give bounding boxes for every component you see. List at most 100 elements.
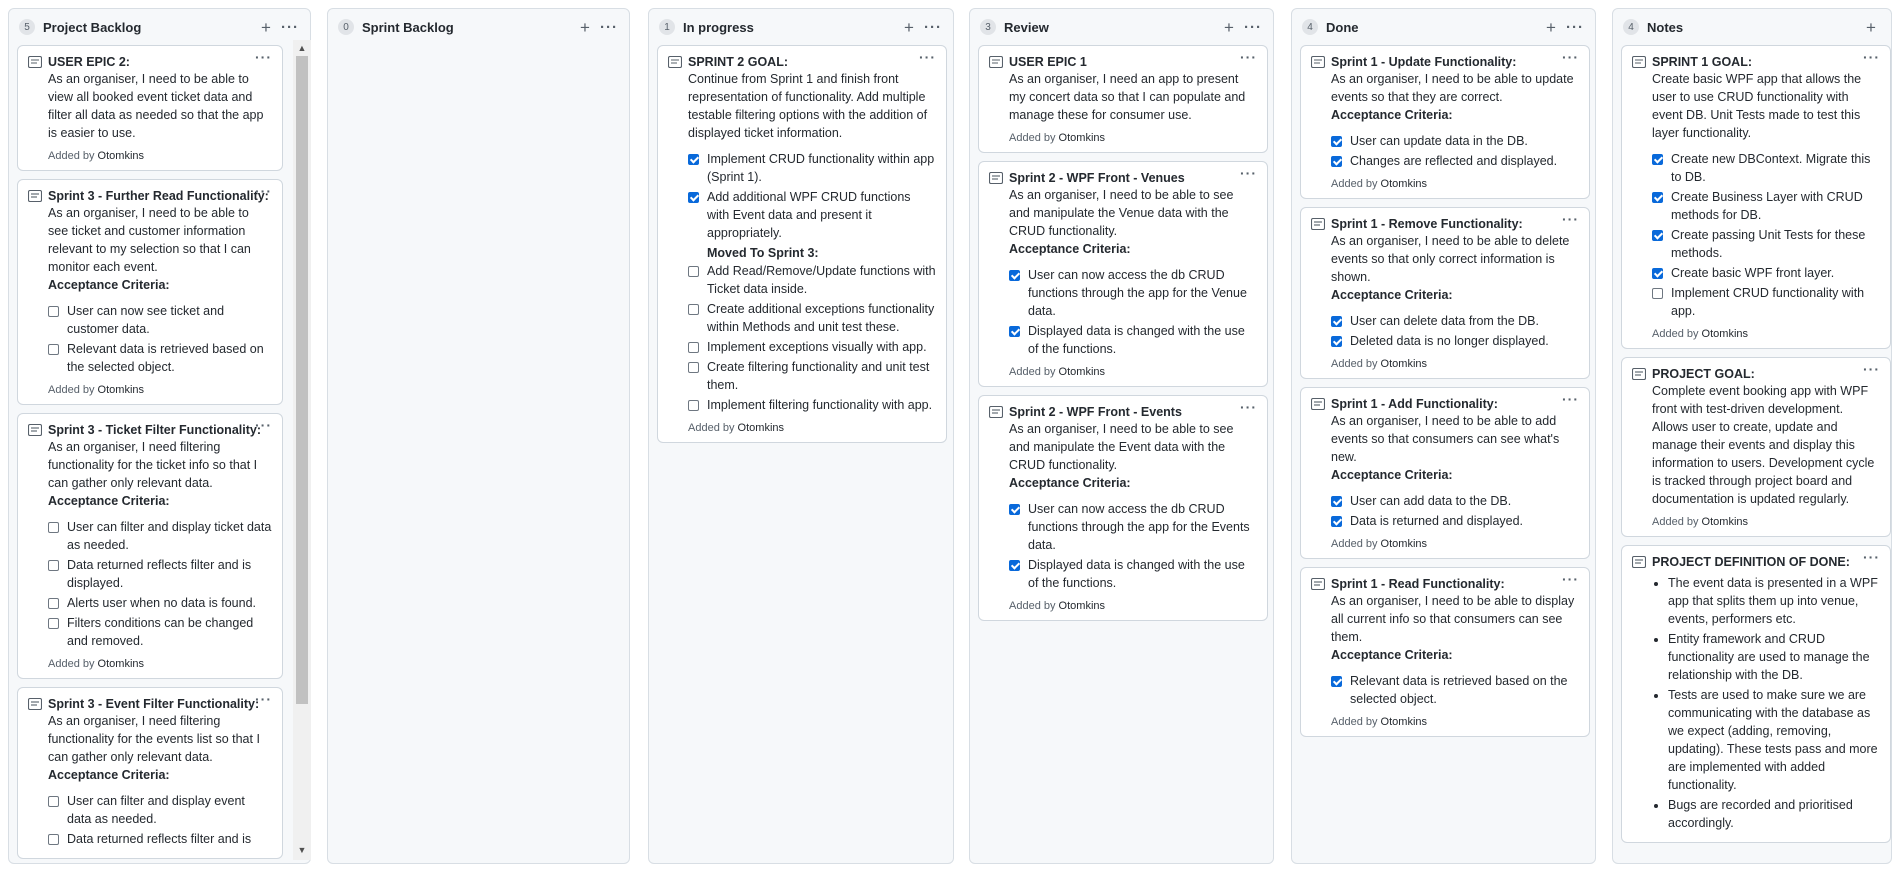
add-item-plus-icon[interactable]: +: [1539, 19, 1563, 36]
checkbox-checked[interactable]: [1331, 136, 1342, 147]
author-link[interactable]: Otomkins: [98, 150, 144, 162]
checkbox-unchecked[interactable]: [48, 306, 59, 317]
column-menu-kebab-icon[interactable]: ···: [1241, 19, 1265, 36]
card-header: USER EPIC 1: [988, 54, 1257, 70]
card-description: As an organiser, I need filtering functi…: [48, 714, 260, 764]
card-title: PROJECT GOAL:: [1652, 367, 1755, 381]
checkbox-checked[interactable]: [1331, 316, 1342, 327]
acceptance-criteria-heading: Acceptance Criteria:: [1331, 288, 1453, 302]
checkbox-checked[interactable]: [1009, 270, 1020, 281]
note-card[interactable]: Sprint 1 - Read Functionality: ··· As an o…: [1300, 567, 1590, 737]
checkbox-unchecked[interactable]: [48, 834, 59, 845]
note-card[interactable]: USER EPIC 1 ··· As an organiser, I need an…: [978, 45, 1268, 153]
card-body: As an organiser, I need an app to presen…: [989, 70, 1257, 124]
checkbox-checked[interactable]: [1009, 560, 1020, 571]
checkbox-checked[interactable]: [688, 154, 699, 165]
card-menu-kebab-icon[interactable]: ···: [1562, 49, 1579, 65]
column-menu-kebab-icon[interactable]: ···: [921, 19, 945, 36]
note-icon: [1310, 55, 1326, 69]
checklist: User can delete data from the DB. Deleted…: [1331, 312, 1579, 350]
checkbox-unchecked[interactable]: [688, 342, 699, 353]
author-link[interactable]: Otomkins: [738, 422, 784, 434]
add-item-plus-icon[interactable]: +: [254, 19, 278, 36]
checkbox-checked[interactable]: [1331, 336, 1342, 347]
scroll-down-arrow-icon[interactable]: ▼: [296, 844, 308, 856]
column-header: 5 Project Backlog + ···: [9, 9, 310, 45]
checkbox-unchecked[interactable]: [48, 796, 59, 807]
checkbox-unchecked[interactable]: [688, 400, 699, 411]
note-card[interactable]: Sprint 1 - Add Functionality: ··· As an or…: [1300, 387, 1590, 559]
author-link[interactable]: Otomkins: [1059, 132, 1105, 144]
card-menu-kebab-icon[interactable]: ···: [1240, 399, 1257, 415]
checkbox-checked[interactable]: [1652, 230, 1663, 241]
checkbox-checked[interactable]: [1331, 156, 1342, 167]
card-menu-kebab-icon[interactable]: ···: [1863, 549, 1880, 565]
add-item-plus-icon[interactable]: +: [1217, 19, 1241, 36]
column-menu-kebab-icon[interactable]: ···: [278, 19, 302, 36]
author-link[interactable]: Otomkins: [98, 658, 144, 670]
note-card[interactable]: Sprint 1 - Update Functionality: ··· As an…: [1300, 45, 1590, 199]
add-item-plus-icon[interactable]: +: [897, 19, 921, 36]
checkbox-checked[interactable]: [1331, 676, 1342, 687]
author-link[interactable]: Otomkins: [1381, 178, 1427, 190]
author-link[interactable]: Otomkins: [98, 384, 144, 396]
scroll-up-arrow-icon[interactable]: ▲: [296, 42, 308, 54]
checkbox-unchecked[interactable]: [48, 598, 59, 609]
card-menu-kebab-icon[interactable]: ···: [1863, 361, 1880, 377]
backlog-scrollbar[interactable]: ▲ ▼: [293, 40, 311, 860]
checklist-item: User can update data in the DB.: [1331, 132, 1579, 150]
note-card[interactable]: Sprint 3 - Event Filter Functionality: ··…: [17, 687, 283, 859]
note-card[interactable]: Sprint 3 - Further Read Functionality: ··…: [17, 179, 283, 405]
checkbox-checked[interactable]: [1009, 326, 1020, 337]
author-link[interactable]: Otomkins: [1381, 538, 1427, 550]
author-link[interactable]: Otomkins: [1381, 358, 1427, 370]
card-menu-kebab-icon[interactable]: ···: [255, 183, 272, 199]
checkbox-checked[interactable]: [1652, 268, 1663, 279]
card-menu-kebab-icon[interactable]: ···: [255, 49, 272, 65]
column-menu-kebab-icon[interactable]: ···: [1563, 19, 1587, 36]
checkbox-checked[interactable]: [688, 192, 699, 203]
checkbox-checked[interactable]: [1009, 504, 1020, 515]
author-link[interactable]: Otomkins: [1059, 600, 1105, 612]
checkbox-checked[interactable]: [1652, 154, 1663, 165]
checkbox-unchecked[interactable]: [48, 560, 59, 571]
card-menu-kebab-icon[interactable]: ···: [1562, 211, 1579, 227]
note-card[interactable]: USER EPIC 2: ··· As an organiser, I need t…: [17, 45, 283, 171]
card-menu-kebab-icon[interactable]: ···: [255, 417, 272, 433]
scroll-thumb[interactable]: [296, 56, 308, 704]
note-card[interactable]: PROJECT GOAL: ··· Complete event booking a…: [1621, 357, 1891, 537]
author-link[interactable]: Otomkins: [1381, 716, 1427, 728]
card-menu-kebab-icon[interactable]: ···: [1863, 49, 1880, 65]
note-card[interactable]: PROJECT DEFINITION OF DONE: ··· The event …: [1621, 545, 1891, 843]
checklist-text: Displayed data is changed with the use o…: [1028, 558, 1245, 590]
add-item-plus-icon[interactable]: +: [1859, 19, 1883, 36]
added-by: Added by Otomkins: [1311, 716, 1579, 728]
checkbox-unchecked[interactable]: [48, 522, 59, 533]
checkbox-checked[interactable]: [1652, 192, 1663, 203]
checkbox-unchecked[interactable]: [688, 362, 699, 373]
card-menu-kebab-icon[interactable]: ···: [1240, 49, 1257, 65]
note-card[interactable]: Sprint 1 - Remove Functionality: ··· As an…: [1300, 207, 1590, 379]
checkbox-unchecked[interactable]: [48, 618, 59, 629]
note-card[interactable]: SPRINT 2 GOAL: ··· Continue from Sprint 1 …: [657, 45, 947, 443]
column-menu-kebab-icon[interactable]: ···: [597, 19, 621, 36]
checkbox-unchecked[interactable]: [688, 304, 699, 315]
author-link[interactable]: Otomkins: [1702, 328, 1748, 340]
note-card[interactable]: Sprint 3 - Ticket Filter Functionality: ·…: [17, 413, 283, 679]
note-card[interactable]: Sprint 2 - WPF Front - Events ··· As an or…: [978, 395, 1268, 621]
checkbox-unchecked[interactable]: [48, 344, 59, 355]
checkbox-unchecked[interactable]: [1652, 288, 1663, 299]
checkbox-checked[interactable]: [1331, 496, 1342, 507]
note-card[interactable]: SPRINT 1 GOAL: ··· Create basic WPF app th…: [1621, 45, 1891, 349]
card-menu-kebab-icon[interactable]: ···: [1562, 571, 1579, 587]
author-link[interactable]: Otomkins: [1059, 366, 1105, 378]
card-menu-kebab-icon[interactable]: ···: [1240, 165, 1257, 181]
card-menu-kebab-icon[interactable]: ···: [255, 691, 272, 707]
checkbox-unchecked[interactable]: [688, 266, 699, 277]
card-menu-kebab-icon[interactable]: ···: [1562, 391, 1579, 407]
note-card[interactable]: Sprint 2 - WPF Front - Venues ··· As an or…: [978, 161, 1268, 387]
card-menu-kebab-icon[interactable]: ···: [919, 49, 936, 65]
author-link[interactable]: Otomkins: [1702, 516, 1748, 528]
add-item-plus-icon[interactable]: +: [573, 19, 597, 36]
checkbox-checked[interactable]: [1331, 516, 1342, 527]
